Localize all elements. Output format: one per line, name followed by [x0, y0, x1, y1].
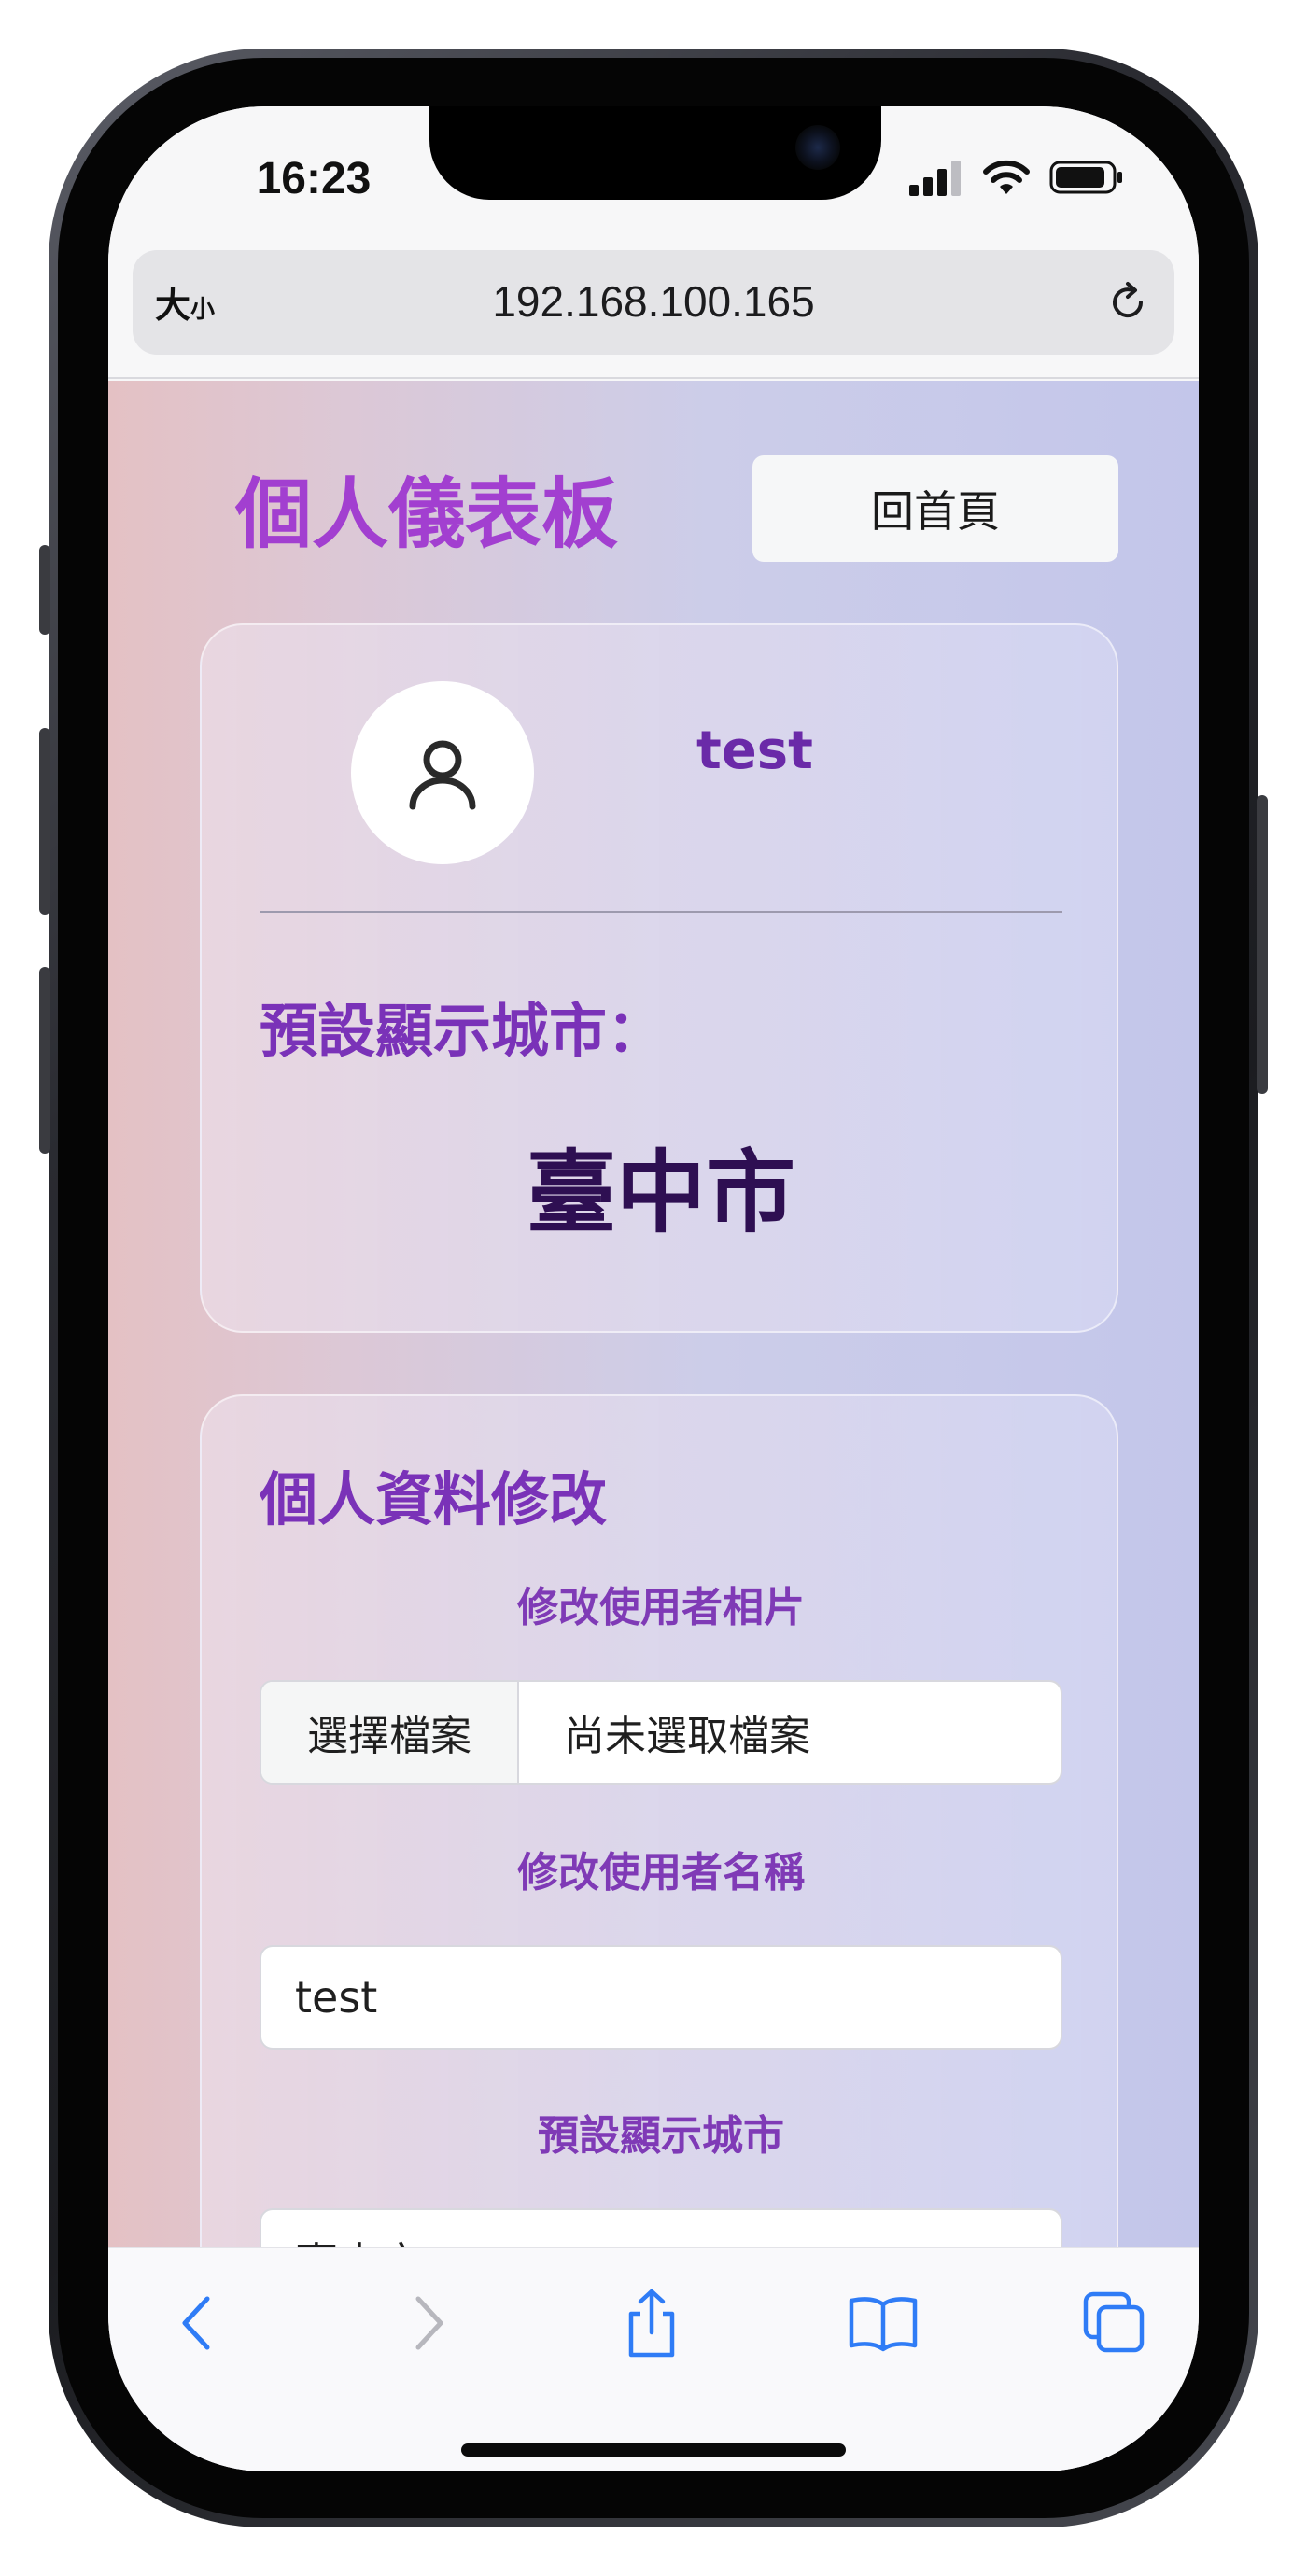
- bookmarks-button[interactable]: [848, 2288, 919, 2359]
- choose-file-button[interactable]: 選擇檔案: [261, 1682, 519, 1783]
- photo-field-label: 修改使用者相片: [517, 1584, 805, 1631]
- web-content: 個人儀表板 回首頁 test 預設顯示城市： 臺中市 個人資料修改 修改使用者相…: [108, 381, 1199, 2247]
- forward-icon: [415, 2296, 443, 2350]
- notch: [429, 106, 881, 200]
- file-status-text: 尚未選取檔案: [564, 1713, 810, 1760]
- city-input[interactable]: [260, 2208, 1062, 2247]
- username-input[interactable]: [260, 1945, 1062, 2050]
- back-button[interactable]: [161, 2288, 232, 2359]
- cellular-signal-icon: [909, 161, 961, 196]
- divider: [260, 911, 1062, 913]
- username-field-label: 修改使用者名稱: [517, 1849, 805, 1897]
- status-icons: [909, 157, 1124, 198]
- share-icon: [628, 2289, 675, 2358]
- wifi-icon: [983, 160, 1030, 194]
- page-title: 個人儀表板: [235, 470, 619, 559]
- default-city-value: 臺中市: [527, 1141, 795, 1245]
- avatar: [351, 681, 534, 864]
- edit-section-title: 個人資料修改: [260, 1465, 608, 1533]
- forward-button[interactable]: [394, 2288, 465, 2359]
- battery-icon: [1049, 161, 1122, 194]
- front-camera: [795, 125, 840, 170]
- text-size-button[interactable]: 大 小: [155, 278, 215, 327]
- power-button: [1257, 795, 1268, 1094]
- status-time: 16:23: [256, 154, 372, 203]
- url-text[interactable]: 192.168.100.165: [319, 276, 988, 327]
- address-bar[interactable]: 大 小 192.168.100.165: [133, 250, 1174, 355]
- silent-switch: [39, 545, 50, 635]
- home-indicator: [461, 2443, 846, 2457]
- profile-card: test 預設顯示城市： 臺中市: [200, 623, 1118, 1333]
- bookmarks-icon: [849, 2297, 918, 2352]
- volume-up-button: [39, 728, 50, 915]
- default-city-label: 預設顯示城市：: [260, 997, 666, 1065]
- tabs-icon: [1083, 2291, 1145, 2353]
- photo-file-input[interactable]: 選擇檔案 尚未選取檔案: [260, 1680, 1062, 1785]
- profile-edit-card: 個人資料修改 修改使用者相片 選擇檔案 尚未選取檔案 修改使用者名稱 預設顯示城…: [200, 1394, 1118, 2247]
- home-button[interactable]: 回首頁: [752, 455, 1118, 562]
- username: test: [696, 721, 813, 781]
- back-icon: [182, 2296, 210, 2350]
- user-icon: [409, 740, 476, 810]
- city-field-label: 預設顯示城市: [538, 2112, 784, 2160]
- status-bar: 16:23: [108, 106, 1199, 246]
- tabs-button[interactable]: [1079, 2288, 1150, 2359]
- text-size-small-glyph: 小: [190, 295, 216, 323]
- volume-down-button: [39, 967, 50, 1154]
- reload-icon[interactable]: [1103, 278, 1152, 327]
- text-size-large-glyph: 大: [155, 287, 191, 326]
- share-button[interactable]: [616, 2288, 687, 2359]
- phone-screen: 16:23 大 小 192.168.100.165 個人儀表板 回首頁 test…: [108, 106, 1199, 2471]
- browser-toolbar: [108, 2247, 1199, 2471]
